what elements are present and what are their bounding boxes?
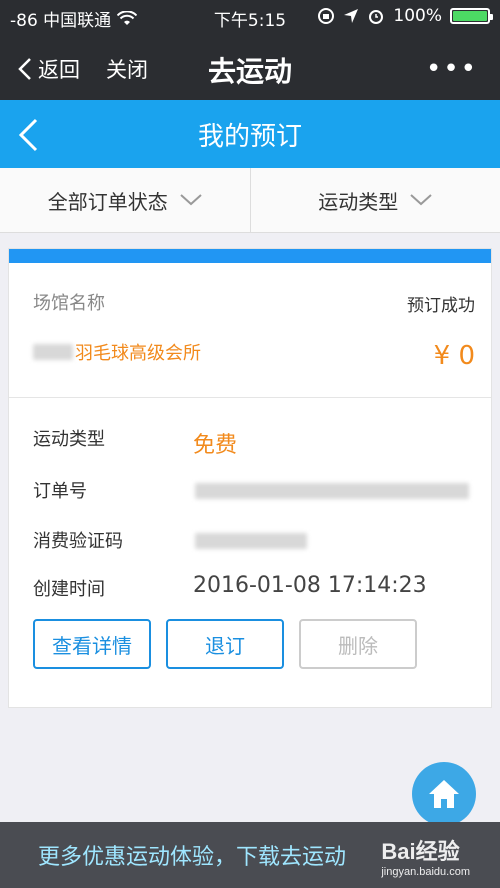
venue-name-text: 羽毛球高级会所 (75, 343, 201, 364)
status-right: 100% (317, 6, 493, 26)
watermark-brand: Bai经验 (381, 839, 460, 864)
venue-name: 羽毛球高级会所 (33, 339, 201, 365)
order-number-label: 订单号 (33, 481, 87, 502)
delete-button[interactable]: 删除 (299, 619, 417, 669)
status-bar: -86 中国联通 下午5:15 100% (0, 0, 500, 36)
redacted-verification-code (195, 533, 307, 549)
order-status: 预订成功 (407, 296, 475, 316)
header-title: 我的预订 (197, 122, 302, 152)
filter-bar: 全部订单状态 运动类型 (0, 168, 500, 233)
home-icon (429, 780, 459, 808)
order-status-label: 全部订单状态 (47, 189, 168, 214)
battery-percent: 100% (393, 6, 442, 26)
view-details-button[interactable]: 查看详情 (33, 619, 151, 669)
home-button[interactable] (412, 762, 476, 826)
redacted-order-number (195, 483, 469, 499)
card-accent-bar (9, 249, 491, 263)
order-card: 场馆名称 预订成功 羽毛球高级会所 ¥ 0 运动类型 免费 订单号 消费验证码 … (8, 248, 492, 708)
chevron-down-icon (410, 194, 432, 206)
created-time-value: 2016-01-08 17:14:23 (193, 573, 427, 598)
battery-icon (450, 8, 493, 24)
section-header: 我的预订 (0, 100, 500, 168)
watermark-url: jingyan.baidu.com (381, 866, 470, 878)
order-status-filter[interactable]: 全部订单状态 (0, 168, 250, 232)
cancel-booking-button[interactable]: 退订 (166, 619, 284, 669)
sport-type-label: 运动类型 (33, 429, 105, 450)
verification-code-label: 消费验证码 (33, 531, 123, 552)
venue-label: 场馆名称 (33, 293, 105, 314)
baidu-jingyan-watermark: Bai经验 jingyan.baidu.com (381, 834, 470, 878)
location-icon (344, 9, 359, 23)
divider (9, 397, 491, 398)
sport-type-value: 免费 (193, 433, 238, 458)
alarm-icon (369, 10, 384, 24)
sport-type-filter-label: 运动类型 (318, 189, 399, 214)
redacted-venue-prefix (33, 344, 73, 360)
nav-bar: 返回 关闭 去运动 ••• (0, 36, 500, 100)
rotation-lock-icon (318, 8, 335, 24)
chevron-down-icon (180, 194, 202, 206)
order-price: ¥ 0 (433, 341, 475, 371)
banner-text: 更多优惠运动体验，下载去运动 (38, 845, 347, 870)
sport-type-filter[interactable]: 运动类型 (249, 168, 500, 232)
created-time-label: 创建时间 (33, 579, 105, 600)
more-button[interactable]: ••• (426, 54, 478, 84)
